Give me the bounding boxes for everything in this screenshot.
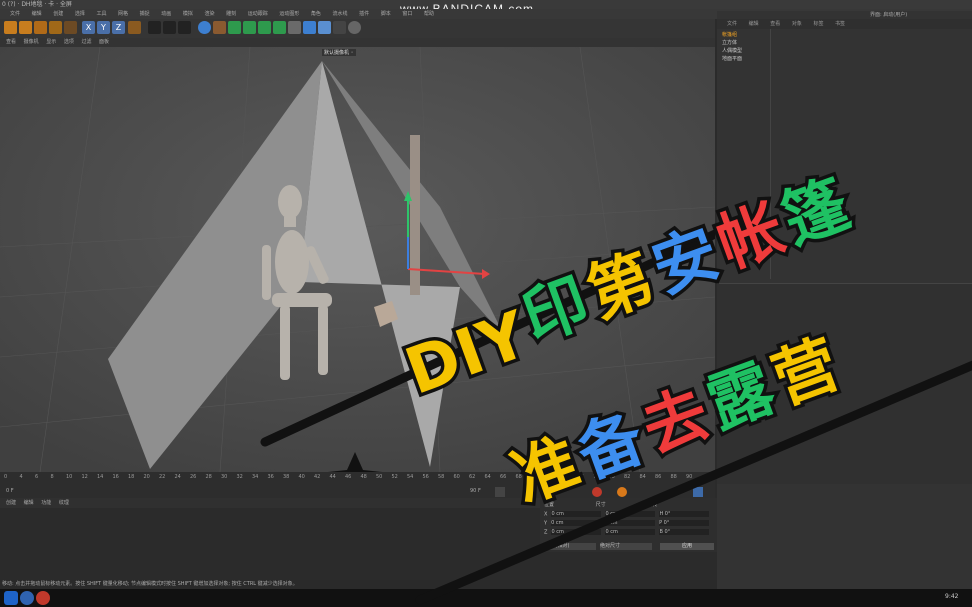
decor-overlay — [415, 360, 972, 605]
